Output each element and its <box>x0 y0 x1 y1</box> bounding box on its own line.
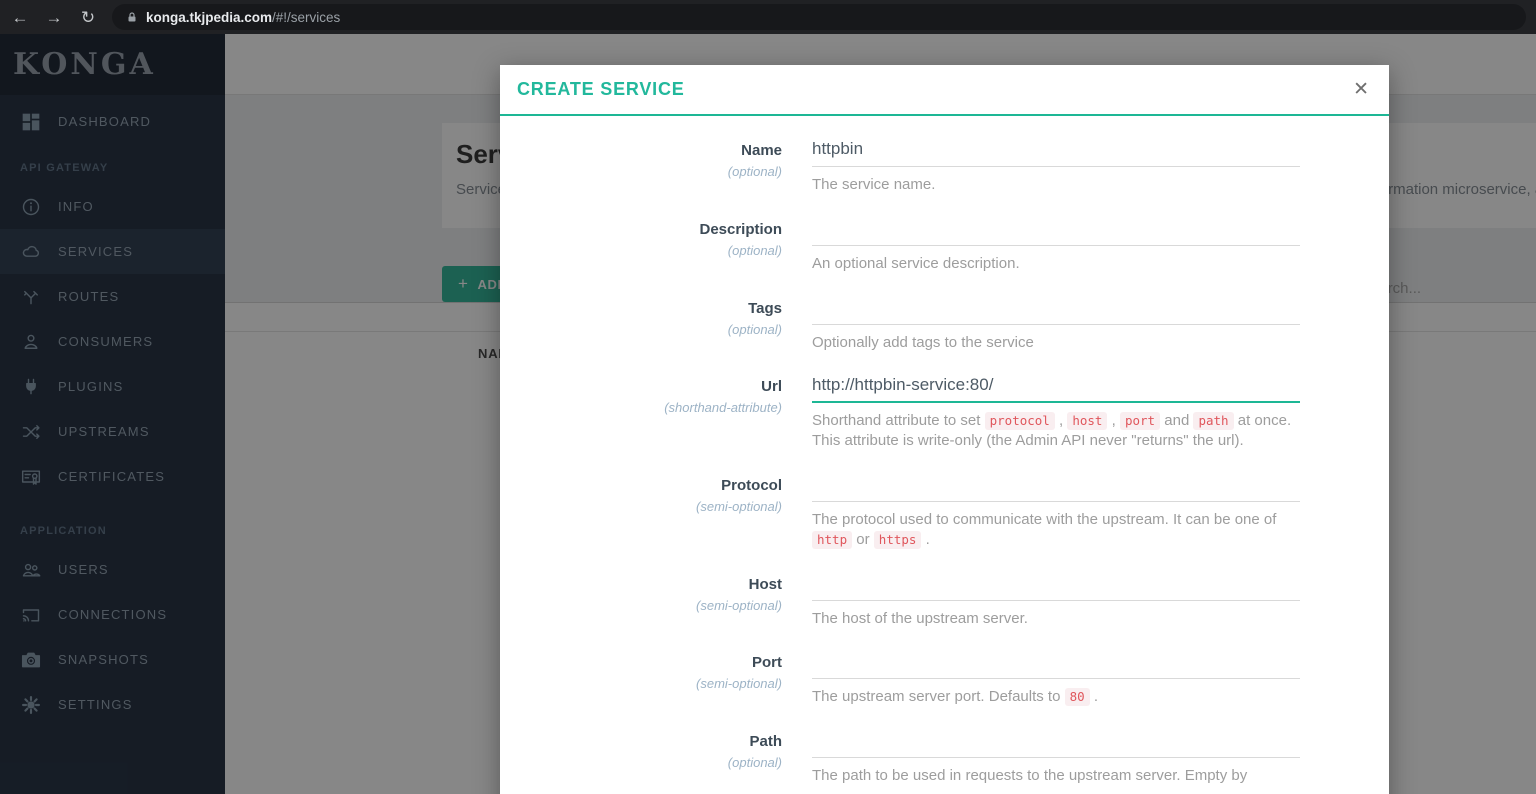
field-input-col-path: The path to be used in requests to the u… <box>812 731 1300 786</box>
url-path: /#!/services <box>272 9 341 25</box>
host-label: Host <box>748 575 782 593</box>
inline-code-chip: path <box>1193 412 1234 431</box>
host-qualifier: (semi-optional) <box>696 597 782 613</box>
browser-toolbar: ← → ↻ konga.tkjpedia.com/#!/services <box>0 0 1536 34</box>
field-input-col-host: The host of the upstream server. <box>812 573 1300 629</box>
port-help-text: The upstream server port. Defaults to 80… <box>812 688 1099 707</box>
protocol-label: Protocol <box>721 476 782 494</box>
url-qualifier: (shorthand-attribute) <box>664 400 782 416</box>
create-service-modal: CREATE SERVICE ✕ Name (optional) The servi… <box>500 65 1389 794</box>
field-input-col-protocol: The protocol used to communicate with th… <box>812 474 1300 550</box>
inline-code-chip: host <box>1067 412 1108 431</box>
path-qualifier: (optional) <box>727 755 782 771</box>
port-label: Port <box>752 654 782 672</box>
port-qualifier: (semi-optional) <box>696 676 782 692</box>
field-row-url: Url (shorthand-attribute) Shorthand attrib… <box>500 376 1389 451</box>
tags-help-text: Optionally add tags to the service <box>812 333 1034 351</box>
field-row-protocol: Protocol (semi-optional) The protocol used… <box>500 474 1389 550</box>
path-input[interactable] <box>812 731 1300 759</box>
lock-icon <box>126 11 138 24</box>
browser-back-icon[interactable]: ← <box>10 9 30 26</box>
field-row-port: Port (semi-optional) The upstream server p… <box>500 652 1389 707</box>
description-label: Description <box>699 220 782 238</box>
field-label-col-tags: Tags (optional) <box>500 298 782 353</box>
host-input[interactable] <box>812 573 1300 601</box>
inline-code-chip: protocol <box>984 412 1055 431</box>
tags-label: Tags <box>748 299 782 317</box>
field-label-col-host: Host (semi-optional) <box>500 574 782 629</box>
field-label-col-port: Port (semi-optional) <box>500 652 782 707</box>
url-label: Url <box>761 378 782 396</box>
name-input[interactable] <box>812 140 1300 167</box>
url-help-text: Shorthand attribute to set protocol , ho… <box>812 412 1292 450</box>
browser-forward-icon[interactable]: → <box>44 9 64 26</box>
address-bar[interactable]: konga.tkjpedia.com/#!/services <box>112 4 1526 30</box>
name-label: Name <box>741 142 782 159</box>
name-qualifier: (optional) <box>727 164 782 179</box>
path-help-text: The path to be used in requests to the u… <box>812 767 1248 785</box>
tags-qualifier: (optional) <box>727 321 782 337</box>
tags-input[interactable] <box>812 297 1300 325</box>
field-row-tags: Tags (optional) Optionally add tags to the… <box>500 297 1389 353</box>
field-input-col-description: An optional service description. <box>812 218 1300 274</box>
field-row-name: Name (optional) The service name. <box>500 140 1389 195</box>
close-icon[interactable]: ✕ <box>1353 80 1369 99</box>
modal-header: CREATE SERVICE ✕ <box>500 65 1389 116</box>
field-label-col-url: Url (shorthand-attribute) <box>500 376 782 451</box>
path-label: Path <box>749 733 782 751</box>
inline-code-chip: port <box>1119 412 1161 431</box>
name-help-text: The service name. <box>812 176 936 193</box>
field-input-col-url: Shorthand attribute to set protocol , ho… <box>812 376 1300 451</box>
description-help-text: An optional service description. <box>812 254 1020 272</box>
url-input[interactable] <box>812 376 1300 404</box>
description-qualifier: (optional) <box>727 242 782 258</box>
field-label-col-path: Path (optional) <box>500 731 782 786</box>
app-viewport: KONGA DASHBOARD API GATEWAY INFO SERVICES RO… <box>0 34 1536 794</box>
modal-title: CREATE SERVICE <box>517 79 685 99</box>
url-domain: konga.tkjpedia.com <box>146 9 273 25</box>
host-help-text: The host of the upstream server. <box>812 609 1028 627</box>
modal-form: Name (optional) The service name. Descripti… <box>500 116 1389 786</box>
protocol-qualifier: (semi-optional) <box>696 498 782 514</box>
field-input-col-name: The service name. <box>812 140 1300 195</box>
inline-code-chip: https <box>873 530 922 549</box>
protocol-help-text: The protocol used to communicate with th… <box>812 510 1277 549</box>
port-input[interactable] <box>812 652 1300 680</box>
field-label-col-protocol: Protocol (semi-optional) <box>500 475 782 550</box>
inline-code-chip: 80 <box>1064 688 1090 707</box>
field-label-col-description: Description (optional) <box>500 219 782 274</box>
browser-reload-icon[interactable]: ↻ <box>78 9 98 26</box>
inline-code-chip: http <box>812 530 853 549</box>
field-row-host: Host (semi-optional) The host of the upstr… <box>500 573 1389 629</box>
field-row-path: Path (optional) The path to be used in req… <box>500 731 1389 786</box>
field-input-col-tags: Optionally add tags to the service <box>812 297 1300 353</box>
field-row-description: Description (optional) An optional service… <box>500 218 1389 274</box>
protocol-input[interactable] <box>812 474 1300 502</box>
field-label-col-name: Name (optional) <box>500 140 782 195</box>
description-input[interactable] <box>812 218 1300 246</box>
field-input-col-port: The upstream server port. Defaults to 80… <box>812 652 1300 707</box>
